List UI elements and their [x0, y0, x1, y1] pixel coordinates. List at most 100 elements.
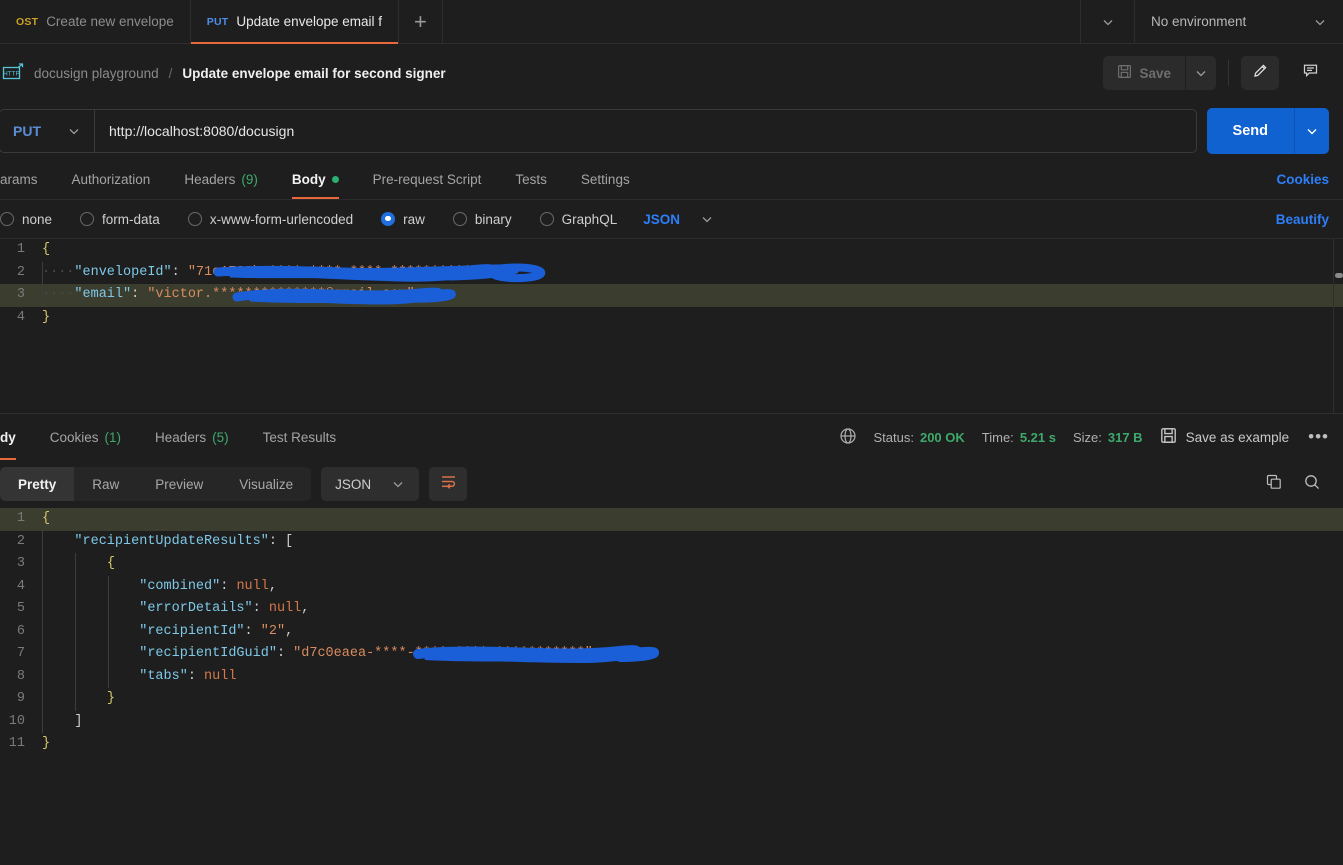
send-button[interactable]: Send [1206, 108, 1295, 154]
environment-selector[interactable]: No environment [1135, 0, 1343, 43]
response-view-switcher: Pretty Raw Preview Visualize [0, 467, 312, 501]
code-line: 3 { [0, 553, 1343, 576]
line-number: 7 [16, 646, 25, 661]
tab-headers[interactable]: Headers (9) [167, 160, 275, 199]
copy-response-button[interactable] [1255, 467, 1293, 501]
tab-params[interactable]: arams [0, 160, 55, 199]
body-type-label: x-www-form-urlencoded [209, 211, 354, 227]
line-number: 4 [16, 309, 25, 325]
response-view-pretty[interactable]: Pretty [0, 467, 75, 501]
response-tab-body[interactable]: dy [0, 414, 33, 460]
chevron-down-icon [1101, 15, 1115, 29]
code-line: 4 } [0, 307, 1343, 330]
code-line-text: ····"envelopeId": "71e1733b-****-****-**… [36, 261, 1343, 284]
tab-label: arams [0, 172, 38, 187]
environment-label: No environment [1151, 14, 1247, 29]
time-badge: Time: 5.21 s [982, 430, 1056, 445]
request-code: 1 { 2 ····"envelopeId": "71e1733b-****-*… [0, 239, 1343, 329]
save-options-button[interactable] [1186, 56, 1216, 90]
copy-icon [1265, 473, 1283, 496]
radio-icon [0, 212, 14, 226]
chevron-down-icon [1313, 15, 1327, 29]
ellipsis-icon[interactable]: ••• [1306, 427, 1331, 447]
tab-bar: OST Create new envelope PUT Update envel… [0, 0, 1343, 44]
breadcrumb-collection[interactable]: docusign playground [34, 66, 159, 81]
postman-window: OST Create new envelope PUT Update envel… [0, 0, 1343, 865]
chevron-down-icon [391, 477, 405, 491]
code-line-text: { [36, 553, 1343, 576]
code-line-text: } [42, 736, 51, 751]
line-number: 1 [16, 242, 25, 257]
body-type-x-www-form-urlencoded[interactable]: x-www-form-urlencoded [174, 212, 367, 227]
code-line-text: } [36, 688, 1343, 711]
response-tabs-spacer [353, 414, 838, 460]
body-type-graphql[interactable]: GraphQL [526, 212, 632, 227]
code-line-active: 3 ····"email": "victor.**************@gm… [0, 284, 1343, 307]
tab-authorization[interactable]: Authorization [55, 160, 168, 199]
response-meta: Status: 200 OK Time: 5.21 s Size: 317 B [839, 414, 1332, 460]
comment-button[interactable] [1291, 56, 1329, 90]
edit-request-button[interactable] [1241, 56, 1279, 90]
send-options-button[interactable] [1295, 108, 1329, 154]
svg-text:HTTP: HTTP [3, 70, 20, 77]
body-type-raw[interactable]: raw [367, 212, 439, 227]
url-input[interactable]: http://localhost:8080/docusign [95, 110, 1196, 152]
new-tab-button[interactable]: + [399, 0, 443, 43]
body-type-label: none [22, 211, 53, 227]
line-number: 5 [16, 601, 25, 616]
body-type-none[interactable]: none [0, 212, 66, 227]
tab-count-badge: (5) [212, 429, 229, 445]
http-icon: HTTP [2, 62, 24, 84]
body-format-selector[interactable]: JSON [631, 212, 726, 227]
tab-method-label: PUT [206, 15, 229, 28]
wrap-text-button[interactable] [429, 467, 468, 501]
tab-list-dropdown-button[interactable] [1081, 0, 1135, 43]
line-number: 10 [8, 713, 25, 729]
chevron-down-icon [700, 212, 714, 226]
code-line: 10 ] [0, 710, 1343, 733]
comment-icon [1302, 62, 1319, 84]
time-label: Time: [981, 429, 1014, 445]
save-button[interactable]: Save [1103, 56, 1186, 90]
code-line: 8 "tabs": null [0, 665, 1343, 688]
request-tab-update-envelope-email[interactable]: PUT Update envelope email f [190, 0, 399, 44]
response-view-preview[interactable]: Preview [137, 467, 221, 501]
response-format-selector[interactable]: JSON [321, 467, 420, 501]
tab-label: Test Results [262, 429, 337, 445]
request-editor-scrollbar[interactable] [1333, 239, 1343, 413]
breadcrumb: HTTP docusign playground / Update envelo… [0, 62, 1103, 84]
response-body-editor[interactable]: 1 { 2 "recipientUpdateResults": [ 3 { 4 … [0, 508, 1343, 865]
body-type-form-data[interactable]: form-data [66, 212, 174, 227]
response-tab-cookies[interactable]: Cookies (1) [33, 414, 138, 460]
tab-label: Cookies [49, 429, 99, 445]
cookies-link[interactable]: Cookies [1276, 160, 1329, 199]
scrollbar-thumb[interactable] [1335, 273, 1343, 278]
tab-tests[interactable]: Tests [498, 160, 564, 199]
body-type-row: none form-data x-www-form-urlencoded raw… [0, 200, 1343, 238]
response-view-raw[interactable]: Raw [74, 467, 137, 501]
tab-settings[interactable]: Settings [564, 160, 647, 199]
request-tab-create-new-envelope[interactable]: OST Create new envelope [0, 0, 191, 43]
size-value: 317 B [1107, 429, 1143, 445]
response-view-visualize[interactable]: Visualize [221, 467, 311, 501]
save-as-example-label: Save as example [1185, 429, 1290, 445]
request-body-editor[interactable]: 1 { 2 ····"envelopeId": "71e1733b-****-*… [0, 238, 1343, 413]
body-type-binary[interactable]: binary [439, 212, 526, 227]
response-tab-test-results[interactable]: Test Results [246, 414, 354, 460]
tab-pre-request-script[interactable]: Pre-request Script [356, 160, 499, 199]
radio-icon [80, 212, 95, 226]
search-response-button[interactable] [1293, 467, 1331, 501]
tab-body[interactable]: Body [275, 160, 356, 199]
radio-icon-selected [381, 212, 396, 226]
code-line-text: } [42, 309, 51, 325]
beautify-link[interactable]: Beautify [1276, 212, 1329, 227]
response-code: 1 { 2 "recipientUpdateResults": [ 3 { 4 … [0, 508, 1343, 756]
globe-icon[interactable] [839, 427, 857, 448]
response-tab-headers[interactable]: Headers (5) [138, 414, 246, 460]
save-as-example-button[interactable]: Save as example [1160, 427, 1290, 447]
chevron-down-icon [1194, 66, 1208, 80]
http-method-selector[interactable]: PUT [0, 110, 95, 152]
tab-label: Settings [580, 172, 630, 187]
line-number: 1 [16, 511, 25, 526]
code-line-text: "combined": null, [36, 575, 1343, 598]
